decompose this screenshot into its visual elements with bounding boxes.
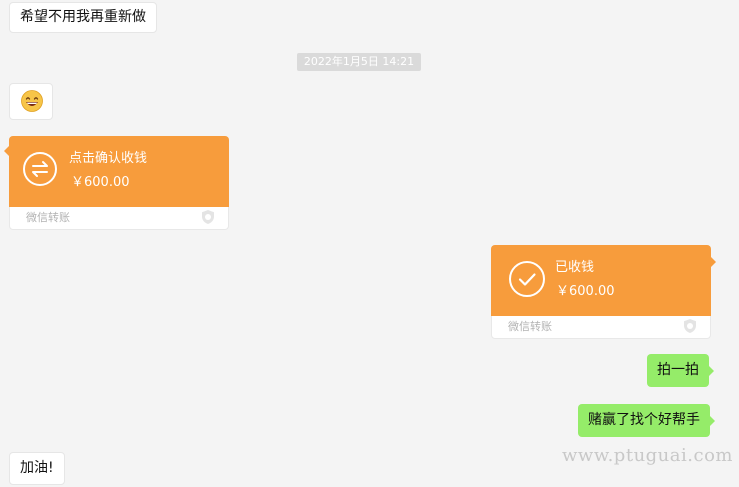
watermark-text: www.ptuguai.com [562,445,733,466]
shield-icon [684,319,696,333]
message-bubble-top[interactable]: 希望不用我再重新做 [9,2,157,33]
transfer-exchange-icon [23,152,57,186]
transfer-footer-label: 微信转账 [26,211,70,224]
transfer-card-header: 点击确认收钱 ￥600.00 [4,136,229,207]
transfer-footer-label: 微信转账 [508,320,552,333]
check-icon [509,261,545,297]
transfer-status-label: 点击确认收钱 [69,151,148,166]
emoji-message-bubble[interactable] [9,83,53,120]
transfer-status-label: 已收钱 [555,260,595,275]
own-message-bubble[interactable]: 赌赢了找个好帮手 [578,404,715,437]
transfer-amount: ￥600.00 [71,175,130,190]
message-text-bottom: 加油! [20,460,54,476]
message-text-top: 希望不用我再重新做 [20,9,146,25]
transfer-amount: ￥600.00 [556,284,615,299]
grinning-face-emoji-icon [21,90,43,112]
own-message-bubble[interactable]: 拍一拍 [647,354,714,387]
own-message-text: 拍一拍 [657,362,699,378]
shield-icon [202,210,214,224]
own-message-text: 赌赢了找个好帮手 [588,412,700,428]
chat-timestamp: 2022年1月5日 14:21 [297,53,421,71]
transfer-card-received[interactable]: 点击确认收钱 ￥600.00 微信转账 [4,136,229,230]
transfer-card-sent[interactable]: 已收钱 ￥600.00 微信转账 [491,245,716,339]
transfer-card-header: 已收钱 ￥600.00 [491,245,716,316]
message-bubble-bottom[interactable]: 加油! [9,452,65,485]
